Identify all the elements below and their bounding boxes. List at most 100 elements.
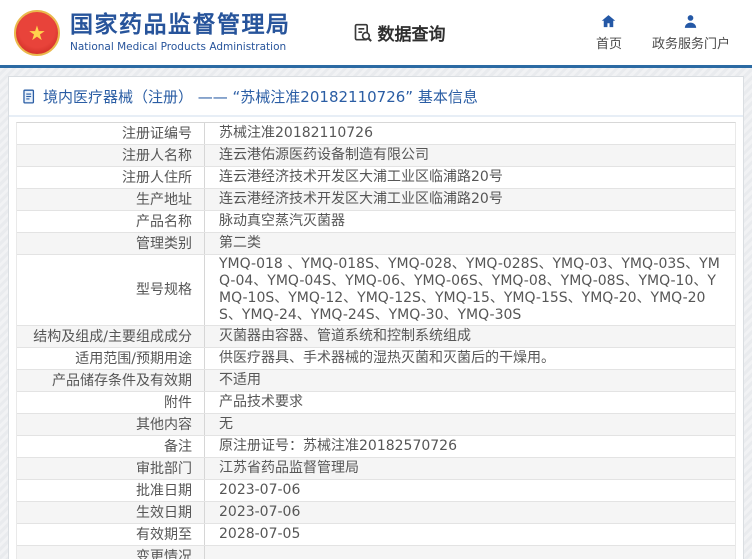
table-row: 注册人名称 连云港佑源医药设备制造有限公司: [17, 145, 735, 167]
document-search-icon: [354, 23, 372, 42]
table-row: 附件 产品技术要求: [17, 392, 735, 414]
row-label: 批准日期: [17, 480, 205, 501]
table-row: 其他内容 无: [17, 414, 735, 436]
user-icon: [685, 15, 697, 28]
row-value-text: 连云港经济技术开发区大浦工业区临浦路20号: [219, 169, 503, 185]
row-value: 江苏省药品监督管理局: [205, 458, 735, 479]
table-row: 型号规格 YMQ-018 、YMQ-018S、YMQ-028、YMQ-028S、Y…: [17, 255, 735, 326]
row-value-text: 连云港经济技术开发区大浦工业区临浦路20号: [219, 191, 503, 207]
row-value: [205, 546, 735, 559]
home-icon: [602, 15, 616, 28]
row-value-text: 供医疗器具、手术器械的湿热灭菌和灭菌后的干燥用。: [219, 350, 555, 366]
row-label: 产品名称: [17, 211, 205, 232]
row-value: 2023-07-06: [205, 480, 735, 501]
row-label: 结构及组成/主要组成成分: [17, 326, 205, 347]
row-value: 无: [205, 414, 735, 435]
row-value: 第二类: [205, 233, 735, 254]
row-value: 苏械注准20182110726: [205, 123, 735, 144]
row-value: 产品技术要求: [205, 392, 735, 413]
row-label: 型号规格: [17, 255, 205, 325]
row-label: 其他内容: [17, 414, 205, 435]
breadcrumb: 境内医疗器械（注册） —— “苏械注准20182110726” 基本信息: [9, 77, 743, 117]
row-label-text: 变更情况: [136, 548, 192, 559]
row-value-text: 2023-07-06: [219, 504, 301, 520]
table-row: 适用范围/预期用途 供医疗器具、手术器械的湿热灭菌和灭菌后的干燥用。: [17, 348, 735, 370]
agency-title-block: 国家药品监督管理局 National Medical Products Admi…: [70, 12, 291, 52]
row-value: 供医疗器具、手术器械的湿热灭菌和灭菌后的干燥用。: [205, 348, 735, 369]
row-label: 审批部门: [17, 458, 205, 479]
row-value-text: 江苏省药品监督管理局: [219, 460, 359, 476]
nav-item-label: 政务服务门户: [651, 37, 730, 52]
agency-title-en: National Medical Products Administration: [70, 40, 287, 53]
row-value-text: 灭菌器由容器、管道系统和控制系统组成: [219, 328, 471, 344]
row-label-text: 型号规格: [136, 282, 192, 298]
row-label: 注册证编号: [17, 123, 205, 144]
row-value-text: 苏械注准20182110726: [219, 125, 373, 141]
header-nav: 首页 政务服务门户: [596, 13, 738, 52]
row-value-text: 2028-07-05: [219, 526, 301, 542]
table-row: 生效日期 2023-07-06: [17, 502, 735, 524]
agency-title-cn: 国家药品监督管理局: [70, 12, 291, 39]
row-value: 连云港经济技术开发区大浦工业区临浦路20号: [205, 167, 735, 188]
row-label: 管理类别: [17, 233, 205, 254]
row-label-text: 其他内容: [136, 416, 192, 433]
row-label-text: 审批部门: [136, 460, 192, 477]
row-label-text: 注册人住所: [122, 169, 192, 186]
row-label-text: 产品名称: [136, 213, 192, 230]
row-label-text: 适用范围/预期用途: [75, 350, 192, 367]
table-row: 变更情况: [17, 546, 735, 559]
nav-item-gov-portal[interactable]: 政务服务门户: [652, 13, 730, 52]
row-value: 原注册证号：苏械注准20182570726: [205, 436, 735, 457]
row-label: 有效期至: [17, 524, 205, 545]
row-label: 产品储存条件及有效期: [17, 370, 205, 391]
row-value-text: 不适用: [219, 372, 261, 388]
row-value-text: 无: [219, 416, 233, 432]
row-label: 附件: [17, 392, 205, 413]
table-row: 有效期至 2028-07-05: [17, 524, 735, 546]
row-label: 注册人住所: [17, 167, 205, 188]
content-panel: 境内医疗器械（注册） —— “苏械注准20182110726” 基本信息 注册证…: [8, 76, 744, 559]
row-label: 生产地址: [17, 189, 205, 210]
table-row: 注册证编号 苏械注准20182110726: [17, 123, 735, 145]
page-title: 境内医疗器械（注册） —— “苏械注准20182110726” 基本信息: [43, 88, 478, 106]
table-row: 备注 原注册证号：苏械注准20182570726: [17, 436, 735, 458]
document-icon: [23, 89, 35, 104]
row-label-text: 管理类别: [136, 235, 192, 252]
row-value-text: 产品技术要求: [219, 394, 303, 410]
row-value: 不适用: [205, 370, 735, 391]
row-label-text: 生产地址: [136, 191, 192, 208]
row-value-text: 连云港佑源医药设备制造有限公司: [219, 147, 429, 163]
info-table: 注册证编号 苏械注准20182110726 注册人名称 连云港佑源医药设备制造有限公司…: [16, 122, 736, 559]
row-label-text: 生效日期: [136, 504, 192, 521]
row-value: 脉动真空蒸汽灭菌器: [205, 211, 735, 232]
row-label-text: 有效期至: [136, 526, 192, 543]
table-row: 产品储存条件及有效期 不适用: [17, 370, 735, 392]
row-value: 2023-07-06: [205, 502, 735, 523]
row-label: 备注: [17, 436, 205, 457]
table-row: 生产地址 连云港经济技术开发区大浦工业区临浦路20号: [17, 189, 735, 211]
row-label-text: 产品储存条件及有效期: [52, 372, 192, 389]
row-value-text: YMQ-018 、YMQ-018S、YMQ-028、YMQ-028S、YMQ-0…: [219, 256, 720, 323]
row-value-text: 2023-07-06: [219, 482, 301, 498]
row-label: 适用范围/预期用途: [17, 348, 205, 369]
row-value-text: 原注册证号：苏械注准20182570726: [219, 438, 457, 454]
row-value: 连云港佑源医药设备制造有限公司: [205, 145, 735, 166]
row-label-text: 注册人名称: [122, 147, 192, 164]
row-value: 灭菌器由容器、管道系统和控制系统组成: [205, 326, 735, 347]
table-row: 产品名称 脉动真空蒸汽灭菌器: [17, 211, 735, 233]
site-header: ★ 国家药品监督管理局 National Medical Products Ad…: [0, 0, 752, 68]
data-query-label: 数据查询: [377, 25, 446, 45]
row-value: 连云港经济技术开发区大浦工业区临浦路20号: [205, 189, 735, 210]
table-row: 结构及组成/主要组成成分 灭菌器由容器、管道系统和控制系统组成: [17, 326, 735, 348]
row-label-text: 备注: [164, 438, 192, 455]
data-query-button[interactable]: 数据查询: [353, 20, 446, 45]
nav-item-home[interactable]: 首页: [596, 13, 622, 52]
row-label: 注册人名称: [17, 145, 205, 166]
row-label: 生效日期: [17, 502, 205, 523]
row-label-text: 附件: [164, 394, 192, 411]
nav-item-label: 首页: [595, 37, 622, 52]
emblem-star-icon: ★: [28, 20, 46, 45]
row-value: 2028-07-05: [205, 524, 735, 545]
row-value-text: 脉动真空蒸汽灭菌器: [219, 213, 345, 229]
row-label: 变更情况: [17, 546, 205, 559]
